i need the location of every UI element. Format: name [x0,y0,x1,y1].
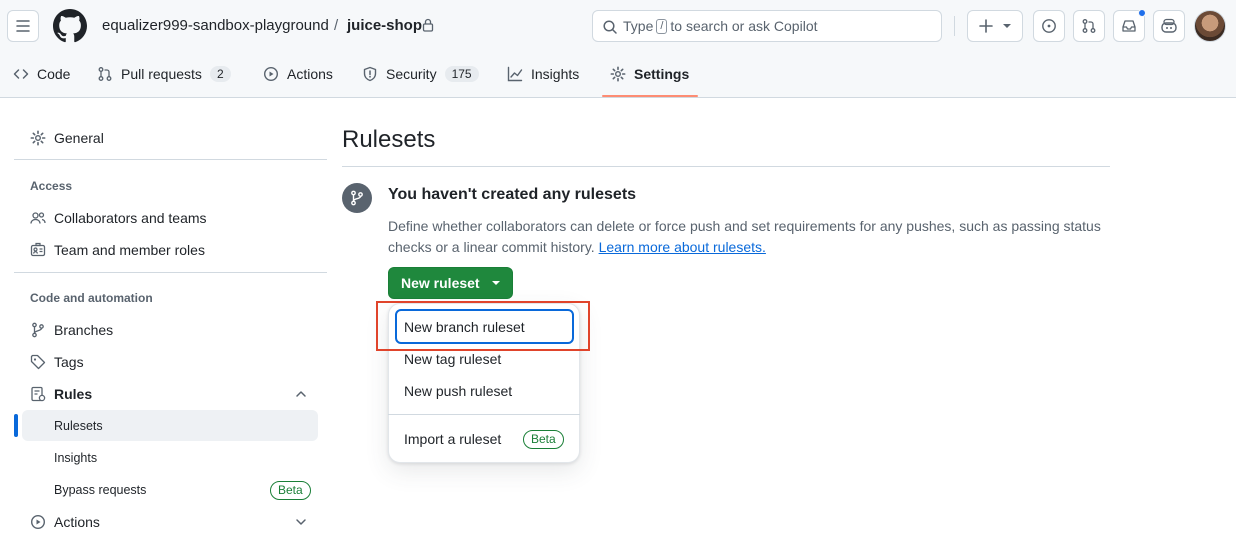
search-placeholder-suffix: to search or ask Copilot [670,18,818,34]
sidebar-item-bypass-requests[interactable]: Bypass requests [54,483,146,497]
search-placeholder-prefix: Type [623,18,654,34]
path-separator: / [334,17,339,34]
sidebar-item-label: Branches [54,322,114,338]
tab-insights[interactable]: Insights [507,58,579,90]
tab-settings[interactable]: Settings [610,58,689,90]
new-ruleset-button[interactable]: New ruleset [388,267,513,299]
play-icon [263,66,279,82]
sidebar-item-rulesets[interactable]: Rulesets [54,419,103,433]
branch-icon [32,322,44,338]
triangle-down-icon [1003,24,1011,28]
user-avatar[interactable] [1194,10,1226,42]
beta-badge: Beta [270,481,311,500]
menu-item-import-ruleset[interactable]: Import a ruleset [404,431,501,447]
sidebar-divider [14,159,327,160]
sidebar-heading-code: Code and automation [30,291,153,305]
blankslate-icon [342,183,372,213]
search-shortcut-key: / [656,18,668,34]
rules-icon [31,386,46,402]
sidebar-divider [14,272,327,273]
tab-code[interactable]: Code [13,58,70,90]
gear-icon [610,66,626,82]
security-count: 175 [444,66,479,82]
search-input[interactable]: Type / to search or ask Copilot [592,10,942,42]
sidebar-item-tags[interactable]: Tags [30,350,84,374]
sidebar-item-label: Actions [54,514,100,530]
search-icon [603,20,617,34]
graph-icon [507,66,523,82]
beta-badge: Beta [523,430,564,449]
sidebar-heading-access: Access [30,179,73,193]
sidebar-item-actions[interactable]: Actions [30,510,100,534]
people-icon [30,212,46,224]
sidebar-item-label: Team and member roles [54,242,205,258]
repo-name-link[interactable]: juice-shop [347,17,422,34]
play-icon [30,514,46,530]
notification-dot [1138,9,1146,17]
sidebar-item-rule-insights[interactable]: Insights [54,451,97,465]
copilot-button[interactable] [1153,10,1185,42]
tag-icon [30,354,46,370]
button-label: New ruleset [401,275,480,291]
app-header: equalizer999-sandbox-playground / juice-… [0,0,1236,98]
header-divider [954,16,955,36]
inbox-icon [1122,20,1136,32]
copilot-icon [1161,18,1177,33]
blankslate-heading: You haven't created any rulesets [388,186,637,203]
pull-request-icon [98,67,112,81]
code-icon [13,69,29,79]
menu-item-new-push-ruleset[interactable]: New push ruleset [404,383,512,399]
triangle-down-icon [491,281,500,285]
page-title: Rulesets [342,126,436,153]
issues-button[interactable] [1033,10,1065,42]
pull-requests-button[interactable] [1073,10,1105,42]
sidebar-item-label: Rules [54,386,93,402]
blankslate-description: Define whether collaborators can delete … [388,216,1108,258]
menu-item-new-tag-ruleset[interactable]: New tag ruleset [404,351,501,367]
sidebar-item-branches[interactable]: Branches [30,318,113,342]
tab-label: Security [386,66,437,82]
tab-pull-requests[interactable]: Pull requests 2 [97,58,231,90]
lock-icon [422,18,434,32]
shield-icon [363,66,377,82]
sidebar-item-rules[interactable]: Rules [30,382,92,406]
sidebar-item-member-roles[interactable]: Team and member roles [30,238,205,262]
github-logo-icon[interactable] [53,9,87,43]
tab-label: Pull requests [121,66,202,82]
tab-label: Code [37,66,71,82]
tab-label: Settings [634,66,690,82]
sidebar-item-label: General [54,130,104,146]
repo-owner-link[interactable]: equalizer999-sandbox-playground [102,17,329,34]
tab-actions[interactable]: Actions [263,58,333,90]
active-tab-indicator [602,95,698,97]
menu-button[interactable] [7,10,39,42]
annotation-highlight-box [376,301,590,351]
pull-requests-count: 2 [209,66,231,82]
title-divider [342,166,1110,167]
chevron-down-icon[interactable] [295,516,307,528]
sidebar-item-general[interactable]: General [30,126,104,150]
chevron-up-icon[interactable] [295,388,307,400]
plus-icon [979,19,993,33]
learn-more-link[interactable]: Learn more about rulesets. [599,239,766,255]
menu-divider [388,414,580,415]
active-item-indicator [14,414,18,437]
id-badge-icon [30,242,46,257]
branch-icon [351,190,363,206]
sidebar-item-label: Collaborators and teams [54,210,207,226]
tab-label: Actions [287,66,333,82]
tab-security[interactable]: Security 175 [362,58,479,90]
sidebar-item-collaborators[interactable]: Collaborators and teams [30,206,207,230]
sidebar-item-label: Tags [54,354,84,370]
gear-icon [30,130,46,146]
hamburger-icon [16,20,30,32]
tab-label: Insights [531,66,580,82]
issue-icon [1042,19,1056,33]
pull-request-icon [1082,19,1096,33]
create-new-button[interactable] [967,10,1023,42]
